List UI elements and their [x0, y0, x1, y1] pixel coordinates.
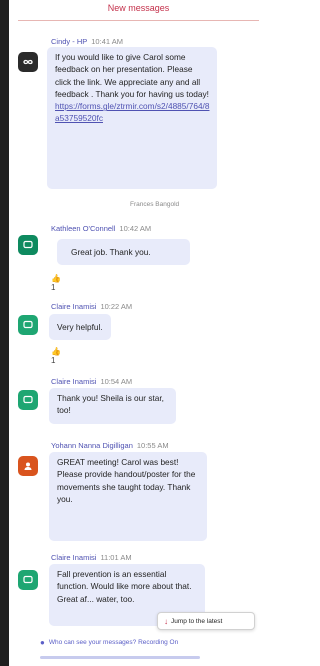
feedback-link[interactable]: https://forms.gle/ztrmir.com/s2/4885/764…	[55, 101, 209, 123]
sender-name: Claire Inamisi	[51, 302, 97, 311]
thumbs-up-icon: 👍	[51, 347, 61, 356]
message-time: 11:01 AM	[100, 553, 132, 562]
message-bubble[interactable]: Thank you! Sheila is our star, too!	[49, 388, 176, 424]
message-bubble[interactable]: GREAT meeting! Carol was best! Please pr…	[49, 452, 207, 541]
new-messages-label: New messages	[102, 3, 175, 13]
sender-line: Claire Inamisi 10:22 AM	[51, 302, 132, 311]
new-messages-divider: New messages	[18, 0, 259, 21]
avatar[interactable]	[18, 235, 38, 255]
chat-bubble-icon	[23, 320, 33, 329]
sender-line: Claire Inamisi 10:54 AM	[51, 377, 132, 386]
sender-line: Claire Inamisi 11:01 AM	[51, 553, 132, 562]
message-text: If you would like to give Carol some fee…	[55, 52, 209, 99]
user-initials-icon	[24, 462, 32, 470]
message-text: GREAT meeting! Carol was best! Please pr…	[57, 457, 196, 504]
message-time: 10:22 AM	[100, 302, 133, 311]
avatar[interactable]	[18, 390, 38, 410]
message-time: 10:42 AM	[119, 224, 152, 233]
message-time: 10:54 AM	[100, 377, 133, 386]
sender-name: Claire Inamisi	[51, 553, 97, 562]
sender-name: Yohann Nanna Digilligan	[51, 441, 133, 450]
avatar[interactable]	[18, 52, 38, 72]
message-text: Great job. Thank you.	[71, 247, 151, 257]
message-time: 10:41 AM	[91, 37, 123, 46]
avatar[interactable]	[18, 456, 38, 476]
message-time: 10:55 AM	[136, 441, 169, 450]
reaction[interactable]: 👍 1	[51, 347, 61, 365]
message-bubble[interactable]: Very helpful.	[49, 314, 111, 340]
reaction[interactable]: 👍 1	[51, 274, 61, 292]
compose-prompt: Who can see your messages? Recording On	[48, 639, 179, 646]
compose-hint[interactable]: ● Who can see your messages? Recording O…	[40, 638, 178, 647]
sender-line: Kathleen O'Connell 10:42 AM	[51, 224, 151, 233]
message-text: Thank you! Sheila is our star, too!	[57, 393, 164, 416]
sender-name: Kathleen O'Connell	[51, 224, 116, 233]
reaction-count: 1	[51, 356, 56, 365]
arrow-down-icon: ↓	[164, 616, 168, 626]
message-bubble[interactable]: Great job. Thank you.	[57, 239, 190, 265]
sender-line: Cindy - HP 10:41 AM	[51, 37, 123, 46]
chat-bubble-icon	[23, 575, 33, 584]
jump-label: Jump to the latest	[171, 617, 223, 625]
sender-name: Cindy - HP	[51, 37, 88, 46]
jump-to-latest-button[interactable]: ↓ Jump to the latest	[157, 612, 255, 630]
system-divider-label: Frances Bangold	[130, 201, 180, 208]
chat-bubble-icon	[23, 240, 33, 249]
message-text: Very helpful.	[57, 322, 103, 332]
avatar[interactable]	[18, 315, 38, 335]
avatar[interactable]	[18, 570, 38, 590]
window-edge	[0, 0, 9, 666]
sender-name: Claire Inamisi	[51, 377, 97, 386]
sender-line: Yohann Nanna Digilligan 10:55 AM	[51, 441, 169, 450]
info-icon: ●	[40, 638, 45, 647]
reaction-count: 1	[51, 283, 56, 292]
chat-bubble-icon	[23, 395, 33, 404]
thumbs-up-icon: 👍	[51, 274, 61, 283]
message-bubble[interactable]: If you would like to give Carol some fee…	[47, 47, 217, 189]
compose-box-edge[interactable]	[40, 656, 200, 659]
infinity-logo-icon	[23, 59, 33, 65]
message-text: Fall prevention is an essential function…	[57, 569, 192, 604]
